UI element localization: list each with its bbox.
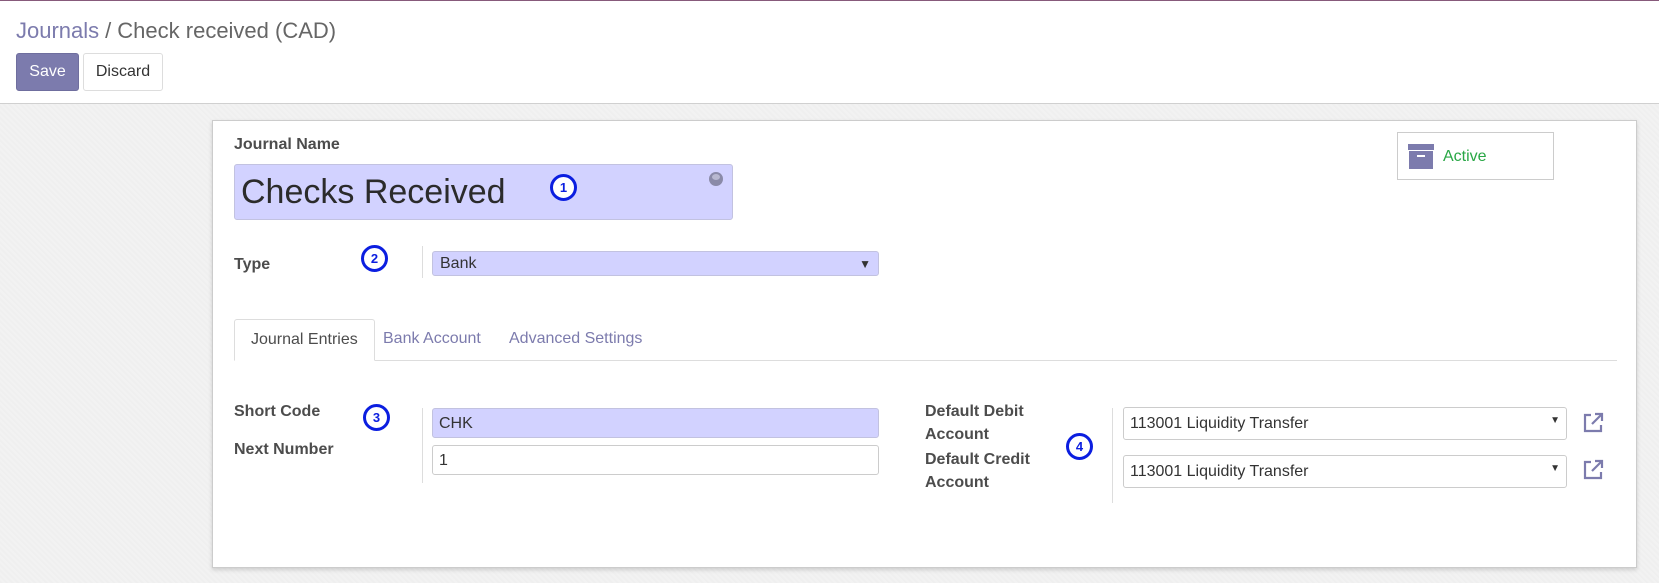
default-credit-value: 113001 Liquidity Transfer	[1130, 463, 1309, 480]
active-label: Active	[1443, 148, 1487, 165]
field-divider	[422, 408, 423, 483]
type-select-value: Bank	[440, 255, 477, 272]
tab-bank-account[interactable]: Bank Account	[367, 319, 497, 361]
active-toggle-button[interactable]: Active	[1397, 132, 1554, 180]
annotation-marker-3: 3	[363, 404, 390, 431]
short-code-label: Short Code	[234, 403, 321, 420]
external-link-icon[interactable]	[1581, 458, 1605, 482]
caret-down-icon: ▼	[1550, 415, 1560, 426]
breadcrumb-current: Check received (CAD)	[117, 18, 337, 43]
caret-down-icon: ▼	[859, 257, 871, 271]
short-code-input[interactable]: CHK	[432, 408, 879, 438]
default-credit-label: Default Credit Account	[925, 451, 1030, 492]
breadcrumb: Journals / Check received (CAD)	[16, 18, 336, 44]
save-button[interactable]: Save	[16, 53, 79, 91]
breadcrumb-journals-link[interactable]: Journals	[16, 18, 99, 43]
default-debit-label: Default Debit Account	[925, 403, 1024, 444]
control-panel: Journals / Check received (CAD) Save Disca…	[0, 1, 1659, 104]
field-divider	[422, 246, 423, 278]
tab-advanced-settings[interactable]: Advanced Settings	[493, 319, 658, 361]
annotation-marker-1: 1	[550, 174, 577, 201]
journal-name-input[interactable]: Checks Received	[234, 164, 733, 220]
default-debit-label-line1: Default Debit	[925, 403, 1024, 420]
discard-button[interactable]: Discard	[83, 53, 163, 91]
journal-name-label: Journal Name	[234, 136, 340, 153]
annotation-marker-2: 2	[361, 245, 388, 272]
default-credit-label-line2: Account	[925, 474, 989, 491]
field-divider	[1112, 408, 1113, 503]
globe-icon[interactable]	[709, 172, 723, 186]
type-select[interactable]: Bank ▼	[432, 251, 879, 276]
external-link-icon[interactable]	[1581, 411, 1605, 435]
archive-icon	[1408, 144, 1434, 169]
default-credit-account-select[interactable]: 113001 Liquidity Transfer ▼	[1123, 455, 1567, 488]
caret-down-icon: ▼	[1550, 463, 1560, 474]
breadcrumb-separator: /	[105, 18, 112, 43]
tab-journal-entries[interactable]: Journal Entries	[234, 319, 375, 361]
journal-name-value: Checks Received	[241, 173, 506, 211]
form-sheet: Active Journal Name Checks Received 1 Ty…	[212, 120, 1637, 568]
default-debit-label-line2: Account	[925, 426, 989, 443]
default-credit-label-line1: Default Credit	[925, 451, 1030, 468]
type-label: Type	[234, 256, 271, 273]
annotation-marker-4: 4	[1066, 433, 1093, 460]
default-debit-account-select[interactable]: 113001 Liquidity Transfer ▼	[1123, 407, 1567, 440]
default-debit-value: 113001 Liquidity Transfer	[1130, 415, 1309, 432]
next-number-label: Next Number	[234, 441, 334, 458]
next-number-input[interactable]: 1	[432, 445, 879, 475]
